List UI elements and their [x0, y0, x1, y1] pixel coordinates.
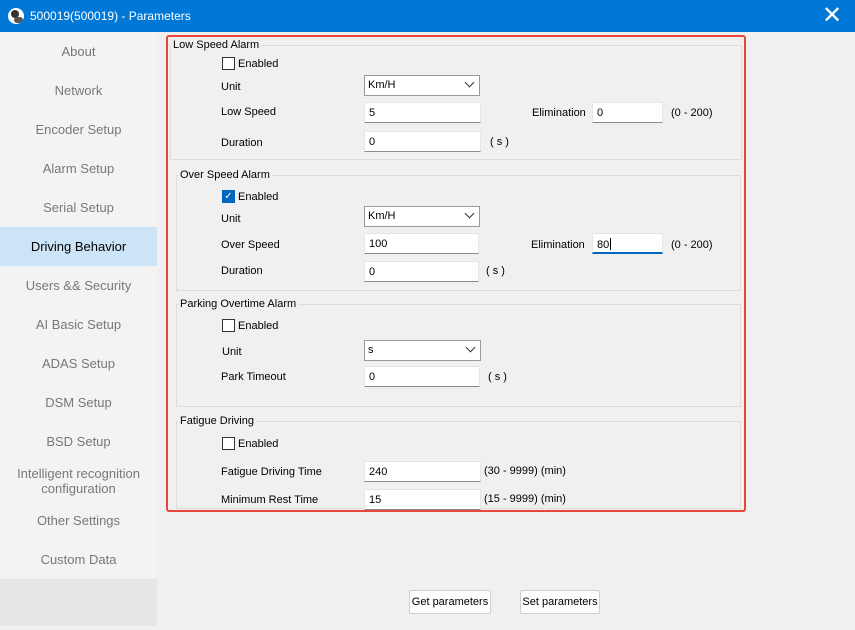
sidebar-item-adas-setup[interactable]: ADAS Setup	[0, 344, 157, 383]
sidebar-item-about[interactable]: About	[0, 32, 157, 71]
sidebar-item-bsd-setup[interactable]: BSD Setup	[0, 422, 157, 461]
sidebar-item-dsm-setup[interactable]: DSM Setup	[0, 383, 157, 422]
sidebar-item-custom-data[interactable]: Custom Data	[0, 540, 157, 579]
sidebar-item-intelligent-recognition[interactable]: Intelligent recognition configuration	[0, 461, 157, 501]
sidebar-item-driving-behavior[interactable]: Driving Behavior	[0, 227, 157, 266]
sidebar-item-serial-setup[interactable]: Serial Setup	[0, 188, 157, 227]
close-icon[interactable]: ✕	[809, 0, 855, 32]
sidebar-item-other-settings[interactable]: Other Settings	[0, 501, 157, 540]
app-icon	[8, 8, 24, 24]
sidebar-item-ai-basic-setup[interactable]: AI Basic Setup	[0, 305, 157, 344]
sidebar-item-users-security[interactable]: Users && Security	[0, 266, 157, 305]
sidebar-item-encoder-setup[interactable]: Encoder Setup	[0, 110, 157, 149]
sidebar: About Network Encoder Setup Alarm Setup …	[0, 32, 157, 626]
set-parameters-button[interactable]: Set parameters	[520, 590, 600, 614]
get-parameters-button[interactable]: Get parameters	[409, 590, 491, 614]
highlight-box	[166, 35, 746, 512]
title-bar: 500019(500019) - Parameters ✕	[0, 0, 855, 32]
sidebar-item-alarm-setup[interactable]: Alarm Setup	[0, 149, 157, 188]
window-title: 500019(500019) - Parameters	[30, 9, 191, 23]
sidebar-item-network[interactable]: Network	[0, 71, 157, 110]
